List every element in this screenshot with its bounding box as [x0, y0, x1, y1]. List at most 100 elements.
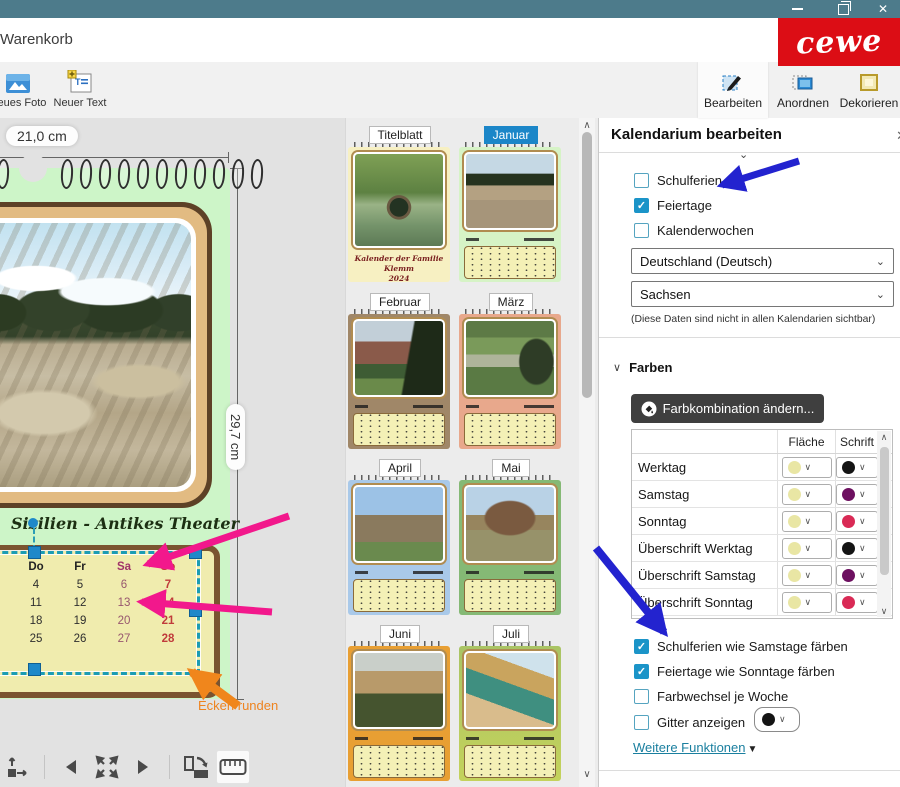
flaeche-color-dropdown[interactable]: ∨ — [782, 592, 832, 613]
flaeche-color-dropdown[interactable]: ∨ — [782, 538, 832, 559]
cewe-logo: cewe — [778, 18, 900, 66]
width-dimension-label: 21,0 cm — [6, 126, 78, 146]
date-grid[interactable]: Do Fr Sa So 4 5 6 7 11 12 13 14 18 19 20 — [14, 558, 190, 648]
farbkombination-button[interactable]: Farbkombination ändern... — [631, 394, 824, 423]
thumb-label[interactable]: Januar — [484, 126, 539, 144]
checkbox-schulferien[interactable]: Schulferien — [634, 170, 722, 190]
maximize-button[interactable] — [826, 0, 860, 18]
schrift-color-dropdown[interactable]: ∨ — [836, 538, 878, 559]
thumb-april[interactable]: April — [348, 459, 452, 615]
minimize-button[interactable] — [780, 0, 814, 18]
ruler-toggle-icon[interactable] — [216, 750, 250, 784]
photo-frame[interactable] — [0, 202, 212, 508]
main-toolbar: Neues Foto T Neuer Text Bearbeiten Anord… — [0, 62, 900, 118]
spiral-binding — [61, 159, 263, 189]
table-row-ueberschrift-werktag: Überschrift Werktag ∨ ∨ — [632, 535, 892, 562]
panel-close-icon[interactable]: ✕ — [896, 128, 900, 144]
checkbox[interactable] — [634, 223, 649, 238]
schrift-color-dropdown[interactable]: ∨ — [836, 511, 878, 532]
thumb-mai[interactable]: Mai — [459, 459, 563, 615]
farben-table: Fläche Schrift Werktag ∨ ∨ Samstag ∨ ∨ S… — [631, 429, 893, 619]
scrollbar-thumb[interactable] — [582, 132, 592, 398]
checkbox-schulferien-samstage[interactable]: Schulferien wie Samstage färben — [634, 636, 848, 656]
pages-sidebar: Titelblatt Kalender der Familie Klemm202… — [345, 118, 599, 787]
canvas-area: 21,0 cm 29,7 cm Sizilien - Antikes Theat… — [0, 118, 345, 787]
chevron-down-icon: ⌄ — [876, 288, 885, 301]
checkbox-feiertage-sonntage[interactable]: Feiertage wie Sonntage färben — [634, 661, 835, 681]
preview-toolbar — [0, 746, 345, 787]
chevron-down-icon: ∨ — [613, 361, 621, 374]
titlebar: ✕ — [0, 0, 900, 18]
previous-page-button[interactable] — [55, 751, 87, 783]
col-header-schrift: Schrift — [836, 430, 878, 453]
warenkorb-menu[interactable]: Warenkorb — [0, 31, 73, 48]
checkbox[interactable] — [634, 173, 649, 188]
pages-scrollbar[interactable]: ∧ ∨ — [579, 118, 595, 787]
selection-handle-top[interactable] — [28, 546, 41, 559]
gitter-color-dropdown[interactable]: ∨ — [754, 707, 800, 732]
table-row-sonntag: Sonntag ∨ ∨ — [632, 508, 892, 535]
schrift-color-dropdown[interactable]: ∨ — [836, 592, 878, 613]
calendar-photo[interactable] — [0, 223, 191, 487]
selection-handle-right[interactable] — [189, 604, 202, 617]
weitere-funktionen-link[interactable]: Weitere Funktionen▼ — [633, 740, 757, 755]
tab-anordnen[interactable]: Anordnen — [768, 62, 838, 118]
checkbox[interactable] — [634, 664, 649, 679]
col-header-flaeche: Fläche — [778, 430, 836, 453]
thumb-juli[interactable]: Juli — [459, 625, 563, 781]
thumb-maerz[interactable]: März — [459, 293, 563, 449]
rotation-handle[interactable] — [28, 518, 38, 528]
schrift-color-dropdown[interactable]: ∨ — [836, 565, 878, 586]
farben-section-header[interactable]: ∨ Farben — [613, 360, 672, 375]
checkbox-gitter[interactable]: Gitter anzeigen — [634, 712, 745, 732]
schrift-color-dropdown[interactable]: ∨ — [836, 484, 878, 505]
thumb-januar[interactable]: Januar — [459, 126, 563, 282]
close-button[interactable]: ✕ — [866, 0, 900, 18]
checkbox-feiertage[interactable]: Feiertage — [634, 195, 712, 215]
arrange-icon — [768, 62, 838, 94]
tab-dekorieren[interactable]: Dekorieren — [838, 62, 900, 118]
flaeche-color-dropdown[interactable]: ∨ — [782, 565, 832, 586]
country-dropdown[interactable]: Deutschland (Deutsch)⌄ — [631, 248, 894, 274]
thumb-label[interactable]: Titelblatt — [369, 126, 432, 144]
selection-handle-top-right[interactable] — [189, 546, 202, 559]
checkbox-farbwechsel[interactable]: Farbwechsel je Woche — [634, 686, 788, 706]
decorate-icon — [838, 62, 900, 94]
orientation-toggle-icon[interactable] — [180, 751, 212, 783]
move-page-icon[interactable] — [2, 751, 34, 783]
fullscreen-button[interactable] — [91, 751, 123, 783]
table-scrollbar[interactable]: ∧∨ — [877, 431, 891, 617]
table-row-ueberschrift-samstag: Überschrift Samstag ∨ ∨ — [632, 562, 892, 589]
menu-row: Warenkorb — [0, 18, 900, 62]
panel-title: Kalendarium bearbeiten — [611, 126, 782, 143]
checkbox[interactable] — [634, 639, 649, 654]
checkbox[interactable] — [634, 198, 649, 213]
next-page-button[interactable] — [127, 751, 159, 783]
thumb-titelblatt[interactable]: Titelblatt Kalender der Familie Klemm202… — [348, 126, 452, 282]
scroll-down-icon: ∨ — [877, 605, 891, 617]
section-collapse-chevron[interactable]: ⌄ — [739, 148, 748, 161]
checkbox[interactable] — [634, 715, 649, 730]
flaeche-color-dropdown[interactable]: ∨ — [782, 484, 832, 505]
chevron-down-icon: ∨ — [779, 714, 786, 725]
schrift-color-dropdown[interactable]: ∨ — [836, 457, 878, 478]
mode-tabs: Bearbeiten Anordnen Dekorieren — [698, 62, 900, 118]
chevron-down-icon: ⌄ — [876, 255, 885, 268]
new-text-button[interactable]: T Neuer Text — [40, 68, 120, 109]
table-row-ueberschrift-sonntag: Überschrift Sonntag ∨ ∨ — [632, 589, 892, 616]
kalendarium-panel: Kalendarium bearbeiten ✕ ⌄ Schulferien F… — [598, 118, 900, 787]
flaeche-color-dropdown[interactable]: ∨ — [782, 511, 832, 532]
triangle-down-icon: ▼ — [748, 744, 758, 755]
thumb-februar[interactable]: Februar — [348, 293, 452, 449]
annotation-ecken-runden: Ecken runden — [198, 698, 278, 713]
paint-icon — [641, 401, 657, 417]
flaeche-color-dropdown[interactable]: ∨ — [782, 457, 832, 478]
scroll-down-icon[interactable]: ∨ — [579, 767, 595, 783]
tab-bearbeiten[interactable]: Bearbeiten — [698, 62, 768, 118]
panel-note: (Diese Daten sind nicht in allen Kalenda… — [631, 314, 875, 325]
selection-handle-bottom[interactable] — [28, 663, 41, 676]
region-dropdown[interactable]: Sachsen⌄ — [631, 281, 894, 307]
checkbox-kalenderwochen[interactable]: Kalenderwochen — [634, 220, 754, 240]
thumb-juni[interactable]: Juni — [348, 625, 452, 781]
checkbox[interactable] — [634, 689, 649, 704]
